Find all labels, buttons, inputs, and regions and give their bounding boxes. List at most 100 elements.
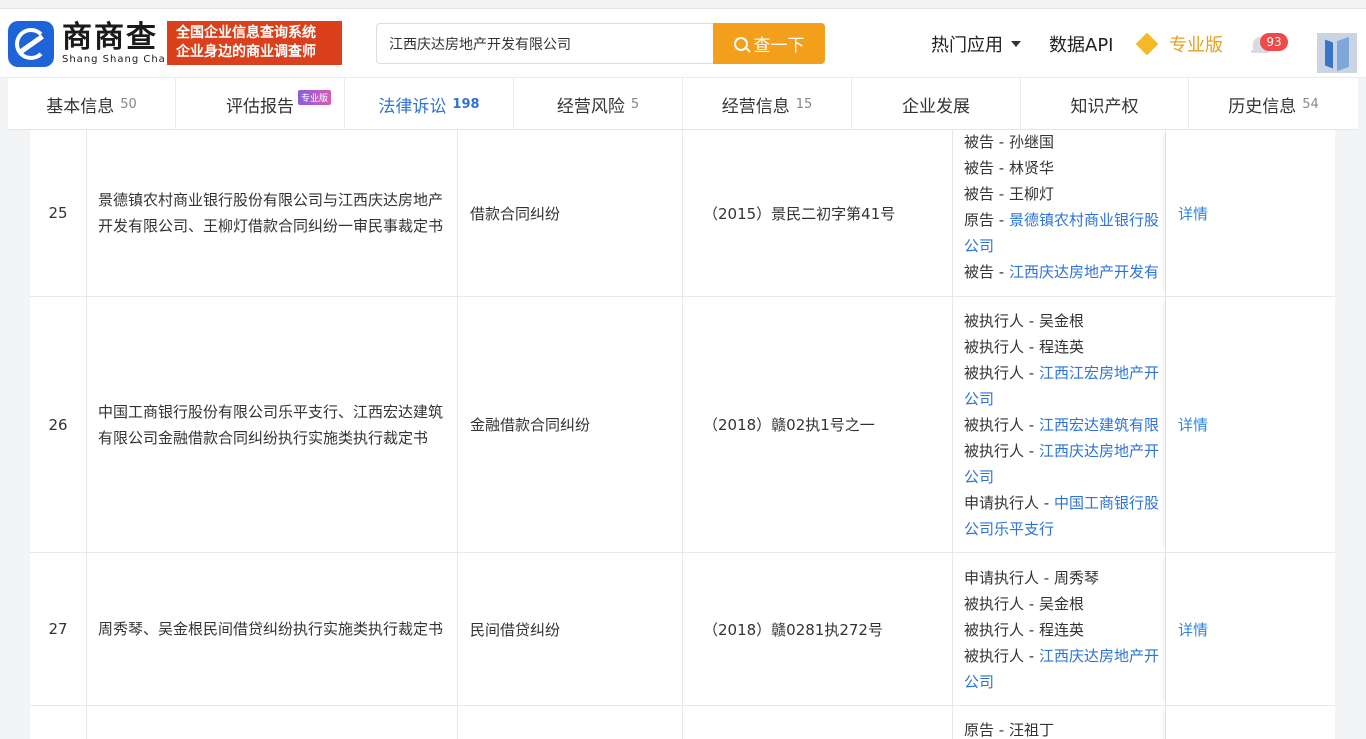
slogan-line-2: 企业身边的商业调查师: [176, 44, 316, 60]
party-link[interactable]: 中国工商银行股: [1054, 494, 1159, 512]
party-line: 原告 - 汪祖丁: [964, 717, 1165, 739]
table-row: 原告 - 汪祖丁: [30, 706, 1335, 739]
party-name: 周秀琴: [1053, 569, 1099, 587]
party-link[interactable]: 公司: [964, 468, 994, 486]
party-role: 被告 -: [964, 263, 1009, 281]
diamond-icon: [1135, 32, 1159, 56]
search-button[interactable]: 查一下: [713, 23, 825, 64]
party-role: 被告 -: [964, 159, 1009, 177]
party-name: 程连英: [1038, 338, 1084, 356]
party-role: 申请执行人 -: [964, 569, 1054, 587]
party-line: 被执行人 - 吴金根: [964, 591, 1165, 617]
brand-logo[interactable]: 商商查 Shang Shang Cha: [8, 21, 166, 67]
party-role: 被执行人 -: [964, 595, 1039, 613]
party-line: 被执行人 - 江西宏达建筑有限: [964, 412, 1165, 438]
hot-apps-label: 热门应用: [931, 35, 1003, 56]
case-number: （2018）赣02执1号之一: [683, 297, 953, 552]
table-row: 26 中国工商银行股份有限公司乐平支行、江西宏达建筑有限公司金融借款合同纠纷执行…: [30, 297, 1335, 553]
party-link[interactable]: 公司: [964, 237, 994, 255]
party-name: 王柳灯: [1008, 185, 1054, 203]
case-title-text: 中国工商银行股份有限公司乐平支行、江西宏达建筑有限公司金融借款合同纠纷执行实施类…: [98, 402, 444, 447]
tab-count: 5: [630, 96, 640, 112]
party-line: 被执行人 - 江西庆达房地产开: [964, 438, 1165, 464]
action-cell: [1166, 706, 1335, 739]
party-line: 被告 - 林贤华: [964, 155, 1165, 181]
tab-label: 评估报告: [226, 96, 294, 117]
tab-label: 基本信息: [46, 96, 115, 117]
tab-count: 198: [452, 96, 480, 112]
section-tabs: 基本信息 50 评估报告 专业版 法律诉讼 198 经营风险 5 经营信息 15 企业发…: [8, 78, 1358, 130]
party-link[interactable]: 江西庆达房地产开: [1039, 647, 1159, 665]
party-link[interactable]: 景德镇农村商业银行股: [1009, 211, 1159, 229]
chevron-down-icon: [1011, 41, 1021, 47]
pro-version-label: 专业版: [1169, 35, 1223, 56]
party-line: 原告 - 景德镇农村商业银行股: [964, 207, 1165, 233]
party-line: 被执行人 - 江西江宏房地产开: [964, 360, 1165, 386]
case-cause: 民间借贷纠纷: [458, 553, 683, 705]
party-line: 公司: [964, 233, 1165, 259]
party-role: 被执行人 -: [964, 621, 1039, 639]
party-line: 被告 - 王柳灯: [964, 181, 1165, 207]
party-link[interactable]: 江西庆达房地产开发有: [1009, 263, 1159, 281]
action-cell: 详情: [1166, 130, 1335, 296]
row-number: [30, 706, 87, 739]
row-number: 25: [30, 130, 87, 296]
party-line: 被告 - 江西庆达房地产开发有: [964, 259, 1165, 285]
party-name: 吴金根: [1038, 312, 1084, 330]
case-parties: 原告 - 汪祖丁: [953, 706, 1166, 739]
data-api-link[interactable]: 数据API: [1049, 31, 1113, 57]
case-title-text: 周秀琴、吴金根民间借贷纠纷执行实施类执行裁定书: [98, 620, 444, 638]
tab-litigation[interactable]: 法律诉讼 198: [345, 78, 514, 130]
party-role: 被告 -: [964, 133, 1009, 151]
party-link[interactable]: 江西庆达房地产开: [1039, 442, 1159, 460]
party-link[interactable]: 公司: [964, 673, 994, 691]
tab-basic-info[interactable]: 基本信息 50: [8, 78, 176, 130]
tab-label: 法律诉讼: [378, 96, 447, 117]
tab-history[interactable]: 历史信息 54: [1189, 78, 1358, 130]
search-icon: [733, 36, 748, 51]
slogan-banner: 全国企业信息查询系统 企业身边的商业调查师: [167, 21, 342, 65]
search-input[interactable]: [376, 23, 713, 64]
tab-development[interactable]: 企业发展: [852, 78, 1021, 130]
tab-business-info[interactable]: 经营信息 15: [683, 78, 852, 130]
case-title[interactable]: 中国工商银行股份有限公司乐平支行、江西宏达建筑有限公司金融借款合同纠纷执行实施类…: [87, 297, 458, 552]
party-line: 公司: [964, 669, 1165, 695]
tab-label: 企业发展: [902, 96, 970, 117]
detail-link[interactable]: 详情: [1178, 414, 1208, 435]
party-role: 被执行人 -: [964, 364, 1039, 382]
detail-link[interactable]: 详情: [1178, 619, 1208, 640]
party-line: 被执行人 - 江西庆达房地产开: [964, 643, 1165, 669]
case-title[interactable]: 景德镇农村商业银行股份有限公司与江西庆达房地产开发有限公司、王柳灯借款合同纠纷一…: [87, 130, 458, 296]
tab-intellectual-property[interactable]: 知识产权: [1021, 78, 1189, 130]
party-role: 申请执行人 -: [964, 494, 1054, 512]
tab-count: 54: [1302, 96, 1319, 112]
party-link[interactable]: 公司乐平支行: [964, 520, 1054, 538]
party-link[interactable]: 江西江宏房地产开: [1039, 364, 1159, 382]
hot-apps-menu[interactable]: 热门应用: [931, 31, 1021, 57]
tab-business-risk[interactable]: 经营风险 5: [514, 78, 683, 130]
logo-name-en: Shang Shang Cha: [62, 54, 166, 65]
search-button-label: 查一下: [753, 36, 805, 56]
notification-badge: 93: [1260, 33, 1288, 51]
party-line: 公司乐平支行: [964, 516, 1165, 542]
case-number: （2015）景民二初字第41号: [683, 130, 953, 296]
party-line: 公司: [964, 464, 1165, 490]
case-cause: 借款合同纠纷: [458, 130, 683, 296]
case-title[interactable]: [87, 706, 458, 739]
party-role: 被执行人 -: [964, 647, 1039, 665]
slogan-line-1: 全国企业信息查询系统: [176, 25, 316, 41]
party-line: 公司: [964, 386, 1165, 412]
detail-link[interactable]: 详情: [1178, 203, 1208, 224]
case-cause: [458, 706, 683, 739]
tab-label: 历史信息: [1228, 96, 1297, 117]
case-title[interactable]: 周秀琴、吴金根民间借贷纠纷执行实施类执行裁定书: [87, 553, 458, 705]
pro-version-link[interactable]: 专业版: [1135, 31, 1223, 57]
party-link[interactable]: 江西宏达建筑有限: [1039, 416, 1159, 434]
case-number: [683, 706, 953, 739]
avatar[interactable]: [1317, 33, 1357, 73]
table-row: 27 周秀琴、吴金根民间借贷纠纷执行实施类执行裁定书 民间借贷纠纷 （2018）…: [30, 553, 1335, 706]
case-title-text: 景德镇农村商业银行股份有限公司与江西庆达房地产开发有限公司、王柳灯借款合同纠纷一…: [98, 191, 444, 235]
tab-assessment-report[interactable]: 评估报告 专业版: [176, 78, 345, 130]
litigation-table: 25 景德镇农村商业银行股份有限公司与江西庆达房地产开发有限公司、王柳灯借款合同…: [30, 130, 1335, 739]
party-link[interactable]: 公司: [964, 390, 994, 408]
